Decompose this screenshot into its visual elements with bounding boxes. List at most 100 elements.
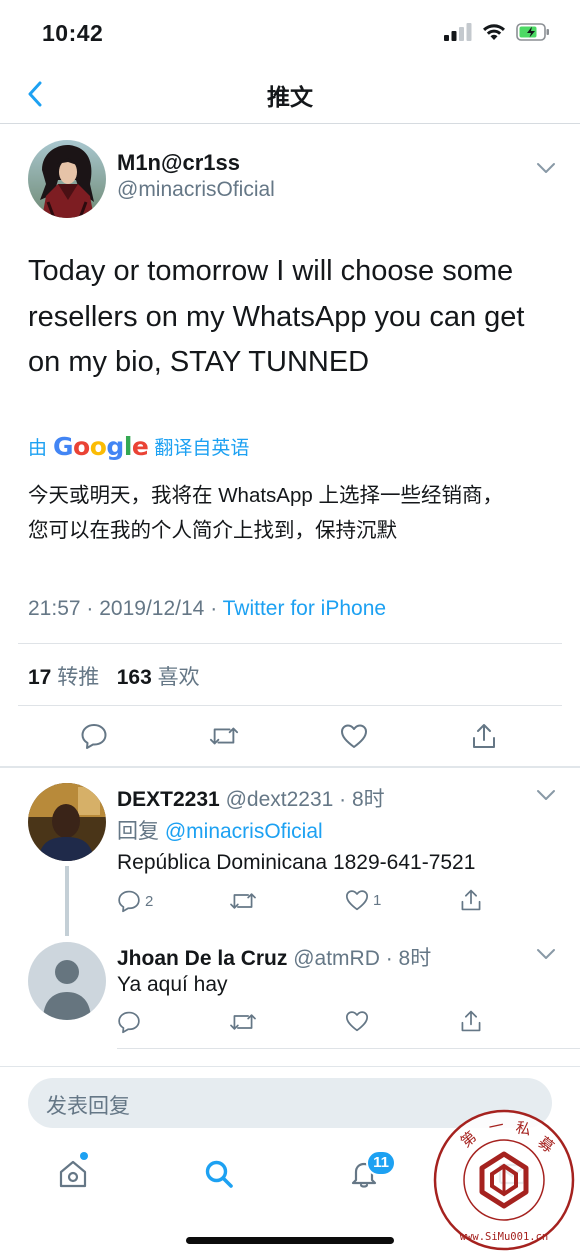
avatar-image [28, 140, 106, 218]
divider [117, 1048, 580, 1049]
google-letter-o2: o [89, 432, 107, 461]
like-icon [341, 724, 367, 748]
retweet-label: 转推 [57, 666, 100, 689]
status-icons [444, 22, 550, 41]
retweet-stat[interactable]: 17 转推 [28, 666, 99, 689]
reply-options-caret[interactable] [535, 788, 557, 802]
translate-prefix: 由 [28, 438, 48, 459]
reply-time: · 8时 [385, 947, 432, 970]
search-icon [205, 1160, 233, 1188]
chevron-down-icon [537, 949, 555, 959]
translated-text: 今天或明天，我将在 WhatsApp 上选择一些经销商， 您可以在我的个人简介上… [28, 478, 558, 548]
chevron-down-icon [537, 790, 555, 800]
reply-share-button[interactable] [459, 1009, 483, 1033]
reply-time: · 8时 [339, 788, 385, 811]
home-icon [59, 1160, 87, 1188]
section-separator [0, 766, 580, 768]
tweet-date: 2019/12/14 [99, 597, 205, 620]
reply-retweet-button[interactable] [229, 889, 257, 913]
svg-text:www.SiMu001.cn: www.SiMu001.cn [460, 1231, 549, 1243]
meta-sep-1: · [86, 597, 100, 620]
status-bar: 10:42 [0, 0, 580, 66]
meta-sep-2: · [210, 597, 223, 620]
share-icon [473, 724, 495, 748]
reply-reply-button[interactable]: 2 [117, 889, 153, 913]
retweet-icon [230, 1014, 256, 1030]
tweet-options-caret[interactable] [535, 161, 557, 175]
thread-line [65, 866, 69, 936]
translate-attribution[interactable]: 由 Google 翻译自英语 [28, 432, 249, 461]
tweet-stats: 17 转推 163 喜欢 [28, 661, 200, 691]
like-button[interactable] [339, 721, 369, 751]
retweet-count: 17 [28, 666, 52, 689]
google-letter-g2: g [106, 432, 124, 461]
reply-avatar[interactable] [28, 783, 106, 861]
tab-search[interactable] [197, 1152, 241, 1196]
tweet-source-link[interactable]: Twitter for iPhone [223, 597, 386, 620]
reply-mention-link[interactable]: @minacrisOficial [165, 820, 323, 843]
author-handle[interactable]: @minacrisOficial [117, 178, 275, 202]
reply-reply-button[interactable] [117, 1010, 141, 1034]
page-title: 推文 [267, 84, 313, 110]
watermark-seal: 第 一 私 募 www.SiMu001.cn [432, 1108, 576, 1252]
tweet-text-line: Today or tomorrow I will choose some [28, 255, 514, 287]
reply-to-line: 回复 @minacrisOficial [117, 815, 323, 845]
reply-like-button[interactable] [345, 1010, 369, 1032]
author-name[interactable]: M1n@cr1ss [117, 150, 240, 176]
google-letter-g: G [53, 432, 74, 461]
reply-button[interactable] [79, 721, 109, 751]
reply-like-count: 1 [373, 891, 382, 909]
divider [18, 705, 562, 706]
nav-bar: 推文 [0, 66, 580, 124]
like-icon [345, 890, 368, 911]
seal-logo: 第 一 私 募 www.SiMu001.cn [433, 1109, 575, 1251]
author-avatar[interactable] [28, 140, 106, 218]
tab-home[interactable] [51, 1152, 95, 1196]
home-indicator [186, 1237, 394, 1244]
like-label: 喜欢 [157, 666, 200, 689]
retweet-button[interactable] [209, 721, 239, 751]
tweet-time: 21:57 [28, 597, 81, 620]
share-icon [461, 1010, 481, 1032]
retweet-icon [209, 727, 239, 745]
reply-like-button[interactable]: 1 [345, 889, 381, 911]
translated-line: 您可以在我的个人简介上找到，保持沉默 [28, 519, 397, 542]
reply-icon [118, 890, 140, 913]
reply-options-caret[interactable] [535, 947, 557, 961]
google-letter-l: l [123, 432, 133, 461]
chevron-down-icon [537, 163, 555, 173]
reply-author-name: Jhoan De la Cruz [117, 947, 288, 970]
tweet-meta: 21:57 · 2019/12/14 · Twitter for iPhone [28, 597, 386, 621]
reply-prefix: 回复 [117, 820, 159, 843]
translate-suffix: 翻译自英语 [154, 438, 250, 459]
google-letter-e: e [131, 432, 149, 461]
home-unread-dot [80, 1152, 88, 1160]
reply-icon [118, 1011, 140, 1034]
reply-author-handle: @dext2231 [225, 788, 334, 811]
reply-share-button[interactable] [459, 888, 483, 912]
signal-icon [444, 22, 472, 41]
tweet-text-line: on my bio, STAY TUNNED [28, 346, 370, 378]
reply-text: Ya aquí hay [117, 973, 228, 996]
divider [18, 643, 562, 644]
like-count: 163 [116, 666, 152, 689]
notification-badge: 11 [366, 1150, 396, 1176]
reply-text: República Dominicana 1829-641-7521 [117, 851, 476, 874]
reply-author-handle: @atmRD [293, 947, 380, 970]
reply-retweet-button[interactable] [229, 1010, 257, 1034]
reply-avatar[interactable] [28, 942, 106, 1020]
reply-reply-count: 2 [145, 892, 154, 910]
wifi-icon [483, 24, 505, 40]
tweet-text-line: resellers on my WhatsApp you can get [28, 300, 525, 333]
avatar-image [28, 783, 106, 861]
like-stat[interactable]: 163 喜欢 [117, 666, 200, 689]
default-avatar-icon [28, 942, 106, 1020]
share-button[interactable] [469, 721, 499, 751]
translated-line: 今天或明天，我将在 WhatsApp 上选择一些经销商， [28, 484, 503, 507]
google-letter-o1: o [73, 432, 90, 461]
reply-author[interactable]: Jhoan De la Cruz @atmRD · 8时 [117, 942, 431, 972]
reply-author[interactable]: DEXT2231 @dext2231 · 8时 [117, 783, 385, 813]
retweet-icon [230, 893, 256, 909]
reply-icon [81, 724, 107, 749]
battery-icon [516, 22, 549, 41]
